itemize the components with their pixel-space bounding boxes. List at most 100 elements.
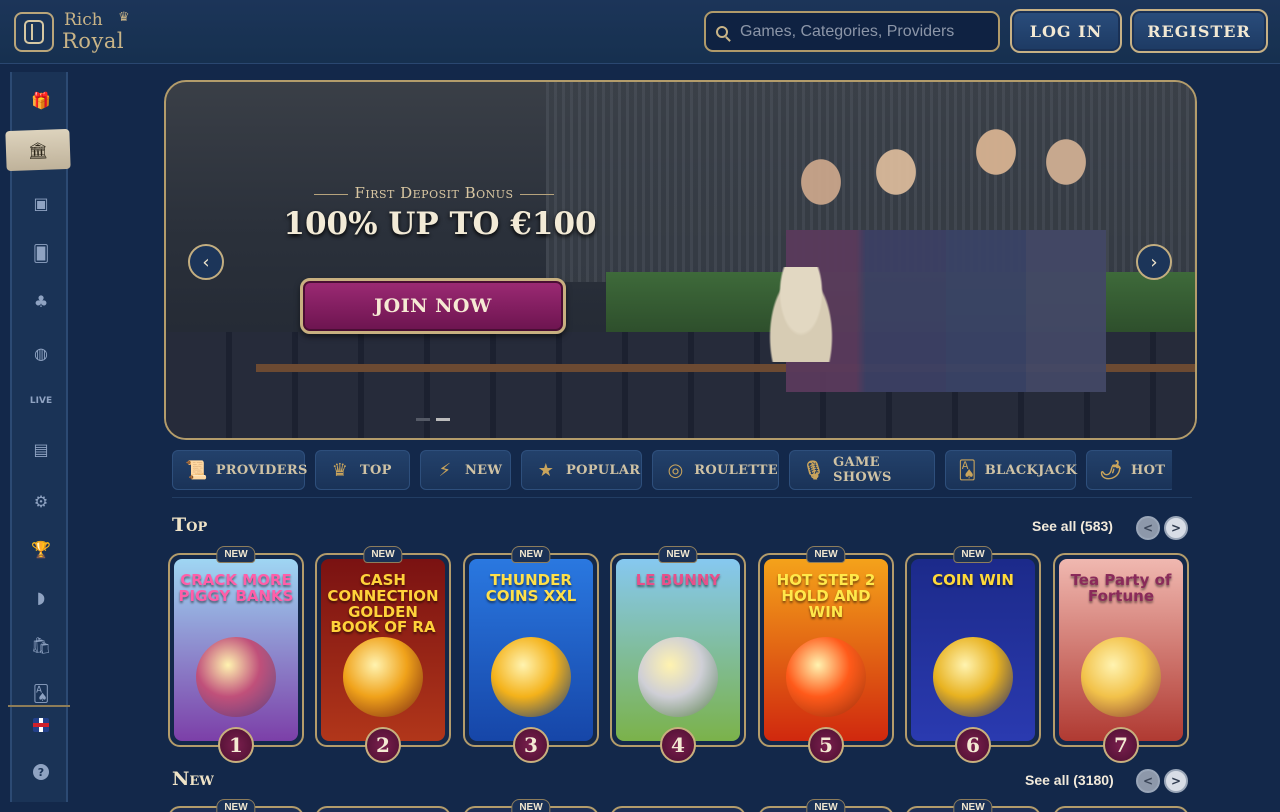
game-art-emblem: [491, 637, 571, 717]
game-card-new[interactable]: [1053, 806, 1189, 812]
cards-icon[interactable]: 🂠: [30, 242, 52, 264]
help-icon[interactable]: ?: [33, 764, 49, 780]
game-card[interactable]: CRACK MORE PIGGY BANKS NEW 1: [168, 546, 304, 763]
slot-machine-icon[interactable]: ▣: [30, 192, 52, 214]
game-card-new[interactable]: NEW: [905, 799, 1041, 812]
category-label: PROVIDERS: [215, 462, 308, 478]
new-badge: NEW: [658, 546, 698, 563]
category-game-shows[interactable]: 🎙 GAME SHOWS: [789, 450, 935, 490]
banner-pagination: [416, 418, 450, 421]
section-title-top: Top: [172, 514, 208, 536]
game-card-new[interactable]: [610, 806, 746, 812]
new-badge: NEW: [806, 799, 846, 812]
category-hot[interactable]: 🌶 HOT: [1086, 450, 1172, 490]
category-blackjack[interactable]: 🂡 BLACKJACK: [945, 450, 1078, 490]
game-card[interactable]: HOT STEP 2 HOLD AND WIN NEW 5: [758, 546, 894, 763]
category-new[interactable]: ⚡ NEW: [420, 450, 511, 490]
category-label: ROULETTE: [694, 462, 778, 478]
category-providers[interactable]: 📜 PROVIDERS: [172, 450, 308, 490]
game-art-emblem: [343, 637, 423, 717]
category-bar: 📜 PROVIDERS ♛ TOP ⚡ NEW ★ POPULAR ◎ ROULETTE 🎙 GAME…: [172, 450, 1172, 490]
logo-text-top: Rich: [64, 10, 103, 30]
category-icon: 📜: [185, 459, 208, 481]
join-now-button[interactable]: JOIN NOW: [300, 278, 566, 334]
see-all-new-link[interactable]: See all (3180): [1025, 772, 1114, 788]
game-card[interactable]: COIN WIN NEW 6: [905, 546, 1041, 763]
game-art-emblem: [1081, 637, 1161, 717]
game-card[interactable]: CASH CONNECTION GOLDEN BOOK OF RA NEW 2: [315, 546, 451, 763]
game-card-new[interactable]: NEW: [168, 799, 304, 812]
gear-icon[interactable]: ⚙: [30, 490, 52, 512]
new-prev-button[interactable]: <: [1136, 769, 1160, 793]
game-title: THUNDER COINS XXL: [485, 571, 577, 605]
category-icon: 🌶: [1099, 459, 1123, 481]
top-prev-button[interactable]: <: [1136, 516, 1160, 540]
game-card-new[interactable]: NEW: [758, 799, 894, 812]
game-card-new[interactable]: NEW: [463, 799, 599, 812]
new-badge: NEW: [363, 546, 403, 563]
game-title: Tea Party of Fortune: [1070, 571, 1172, 605]
category-popular[interactable]: ★ POPULAR: [521, 450, 642, 490]
new-next-button[interactable]: >: [1164, 769, 1188, 793]
top-header: Rich ♛ Royal LOG IN REGISTER: [0, 0, 1280, 64]
category-icon: ⚡: [438, 459, 452, 481]
game-thumbnail: CASH CONNECTION GOLDEN BOOK OF RA: [321, 559, 445, 741]
category-label: TOP: [360, 462, 392, 478]
category-label: GAME SHOWS: [833, 455, 892, 485]
game-card[interactable]: THUNDER COINS XXL NEW 3: [463, 546, 599, 763]
game-art-emblem: [638, 637, 718, 717]
category-label: NEW: [465, 462, 503, 478]
new-badge: NEW: [953, 799, 993, 812]
search-input[interactable]: [740, 22, 980, 41]
category-icon: 🂡: [958, 459, 977, 481]
chevron-left-icon: ‹: [202, 251, 210, 273]
banner-dot[interactable]: [416, 418, 430, 421]
uk-flag-icon[interactable]: [33, 718, 49, 732]
game-title: CRACK MORE PIGGY BANKS: [178, 571, 294, 605]
top-next-button[interactable]: >: [1164, 516, 1188, 540]
cards-stack-icon[interactable]: 🂡: [30, 682, 52, 704]
category-roulette[interactable]: ◎ ROULETTE: [652, 450, 779, 490]
game-title: HOT STEP 2 HOLD AND WIN: [776, 571, 876, 621]
site-logo[interactable]: Rich ♛ Royal: [62, 10, 154, 54]
boomerang-icon[interactable]: ◗: [30, 586, 52, 608]
bank-icon: 🏛: [27, 140, 49, 160]
game-card[interactable]: Tea Party of Fortune 7: [1053, 553, 1189, 763]
login-button[interactable]: LOG IN: [1010, 9, 1122, 53]
search-icon: [716, 25, 728, 38]
gift-icon[interactable]: 🎁: [30, 89, 52, 111]
basketball-icon[interactable]: ◍: [30, 342, 52, 364]
game-thumbnail: LE BUNNY: [616, 559, 740, 741]
banner-next-button[interactable]: ›: [1136, 244, 1172, 280]
category-label: HOT: [1131, 462, 1166, 478]
category-top[interactable]: ♛ TOP: [315, 450, 410, 490]
rank-badge: 5: [808, 727, 844, 763]
clover-icon[interactable]: ♣: [30, 290, 52, 312]
promo-banner: First Deposit Bonus 100% UP TO €100 JOIN…: [164, 80, 1197, 440]
left-sidebar: 🏛 🎁 ▣ 🂠 ♣ ◍ LIVE ▤ ⚙ 🏆 ◗ 🛍 🂡 ?: [5, 72, 71, 802]
category-icon: ◎: [667, 459, 684, 481]
sidebar-item-active[interactable]: 🏛: [5, 128, 71, 172]
banner-dot-active[interactable]: [436, 418, 450, 421]
new-badge: NEW: [953, 546, 993, 563]
tv-icon[interactable]: ▤: [30, 438, 52, 460]
register-button[interactable]: REGISTER: [1130, 9, 1268, 53]
live-icon[interactable]: LIVE: [28, 390, 54, 412]
game-card[interactable]: LE BUNNY NEW 4: [610, 546, 746, 763]
crown-icon: ♛: [118, 10, 130, 25]
see-all-top-link[interactable]: See all (583): [1032, 518, 1113, 534]
game-card-new[interactable]: [315, 806, 451, 812]
rank-badge: 2: [365, 727, 401, 763]
game-title: COIN WIN: [932, 571, 1014, 589]
category-label: BLACKJACK: [984, 462, 1078, 478]
banner-subtitle: First Deposit Bonus: [304, 184, 564, 202]
game-art-emblem: [933, 637, 1013, 717]
game-thumbnail: Tea Party of Fortune: [1059, 559, 1183, 741]
rank-badge: 6: [955, 727, 991, 763]
chevron-right-icon: ›: [1150, 251, 1158, 273]
sidebar-toggle-button[interactable]: [14, 12, 54, 52]
trophy-icon[interactable]: 🏆: [30, 538, 52, 560]
shop-bag-icon[interactable]: 🛍: [30, 634, 52, 656]
banner-title: 100% UP TO €100: [283, 206, 597, 242]
banner-prev-button[interactable]: ‹: [188, 244, 224, 280]
